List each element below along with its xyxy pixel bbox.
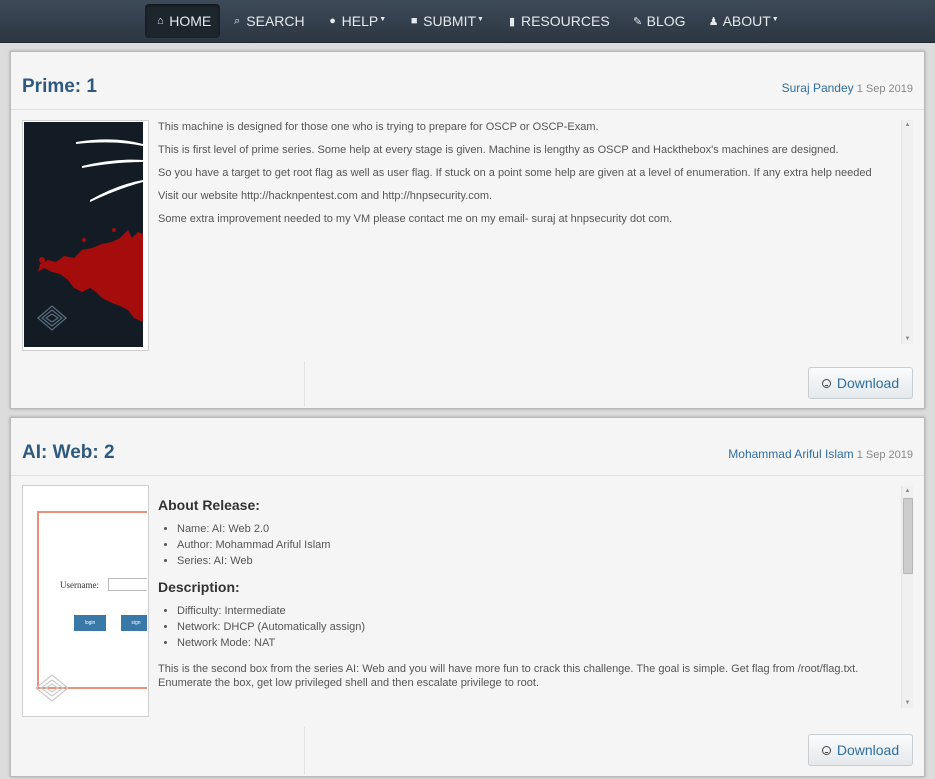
scroll-up-arrow-icon[interactable]: ▲	[902, 120, 913, 130]
download-label: Download	[836, 375, 900, 391]
caret-down-icon: ▼	[771, 15, 779, 23]
download-button[interactable]: Download	[808, 367, 913, 399]
prime-cover-art	[24, 122, 143, 347]
entry-description: This machine is designed for those one w…	[158, 120, 902, 344]
entry-description: About Release: Name: AI: Web 2.0 Author:…	[158, 486, 902, 710]
entry-thumbnail[interactable]: Username: login sign	[22, 485, 149, 717]
entry-meta: Suraj Pandey 1 Sep 2019	[782, 81, 913, 95]
user-icon: ♟	[708, 15, 719, 28]
entry-thumbnail[interactable]	[22, 120, 149, 351]
thumb-signup-button: sign	[121, 615, 147, 631]
scroll-down-arrow-icon[interactable]: ▼	[902, 334, 913, 344]
entry-date: 1 Sep 2019	[856, 83, 913, 95]
author-link[interactable]: Mohammad Ariful Islam	[728, 447, 853, 461]
frame-line	[37, 511, 39, 689]
nav-submit[interactable]: ■ SUBMIT ▼	[397, 4, 495, 38]
download-icon	[821, 378, 831, 388]
vm-entry-card: AI: Web: 2 Mohammad Ariful Islam 1 Sep 2…	[10, 417, 925, 777]
thumb-username-box	[108, 578, 147, 591]
scrollbar-thumb[interactable]	[903, 498, 913, 574]
description-scrollbar[interactable]: ▲ ▼	[901, 120, 913, 344]
home-icon: ⌂	[156, 15, 164, 27]
caret-down-icon: ▼	[379, 15, 387, 23]
about-release-list: Name: AI: Web 2.0 Author: Mohammad Arifu…	[158, 522, 902, 568]
scroll-up-arrow-icon[interactable]: ▲	[902, 486, 913, 496]
download-label: Download	[836, 742, 900, 758]
list-item: Network Mode: NAT	[177, 636, 902, 650]
description-paragraph: Some extra improvement needed to my VM p…	[158, 213, 673, 225]
list-item: Author: Mohammad Ariful Islam	[177, 538, 902, 552]
caret-down-icon: ▼	[477, 15, 484, 23]
thumbnail-image: Username: login sign	[24, 487, 147, 715]
thumbnail-image	[24, 122, 147, 349]
about-release-heading: About Release:	[158, 497, 260, 513]
vm-entry-card: Prime: 1 Suraj Pandey 1 Sep 2019 This ma…	[10, 51, 925, 409]
help-icon: ●	[329, 15, 336, 27]
description-paragraph: So you have a target to get root flag as…	[158, 167, 872, 179]
nav-blog[interactable]: ✎ BLOG	[621, 4, 697, 38]
file-icon: ▮	[508, 15, 515, 28]
edit-icon: ✎	[633, 15, 643, 28]
description-paragraph: This machine is designed for those one w…	[158, 121, 599, 133]
entry-title[interactable]: Prime: 1	[22, 76, 97, 98]
nav-resources[interactable]: ▮ RESOURCES	[495, 4, 621, 38]
nav-about[interactable]: ♟ ABOUT ▼	[697, 4, 790, 38]
nav-menu: ⌂ HOME ⌕ SEARCH ● HELP ▼ ■ SUBMIT ▼ ▮ RESOURCES…	[0, 0, 935, 38]
search-icon: ⌕	[234, 14, 241, 27]
nav-search[interactable]: ⌕ SEARCH	[220, 4, 315, 38]
description-paragraph: Visit our website http://hacknpentest.co…	[158, 190, 493, 202]
list-item: Name: AI: Web 2.0	[177, 522, 902, 536]
download-icon	[821, 745, 831, 755]
description-list: Difficulty: Intermediate Network: DHCP (…	[158, 604, 902, 650]
scroll-down-arrow-icon[interactable]: ▼	[902, 698, 913, 708]
entry-title[interactable]: AI: Web: 2	[22, 442, 115, 464]
author-link[interactable]: Suraj Pandey	[782, 81, 854, 95]
description-scrollbar[interactable]: ▲ ▼	[901, 486, 913, 708]
list-item: Difficulty: Intermediate	[177, 604, 902, 618]
download-button[interactable]: Download	[808, 734, 913, 766]
description-paragraph: This is the second box from the series A…	[158, 663, 859, 689]
entry-meta: Mohammad Ariful Islam 1 Sep 2019	[728, 447, 913, 461]
top-navbar: ⌂ HOME ⌕ SEARCH ● HELP ▼ ■ SUBMIT ▼ ▮ RESOURCES…	[0, 0, 935, 43]
nav-home[interactable]: ⌂ HOME	[145, 4, 221, 38]
list-item: Series: AI: Web	[177, 554, 902, 568]
nav-help[interactable]: ● HELP ▼	[316, 4, 398, 38]
thumb-login-button: login	[74, 615, 106, 631]
footer-divider	[304, 727, 305, 775]
watermark-logo-icon	[35, 674, 69, 702]
description-heading: Description:	[158, 579, 240, 595]
footer-divider	[304, 361, 305, 407]
list-item: Network: DHCP (Automatically assign)	[177, 620, 902, 634]
card-header: Prime: 1 Suraj Pandey 1 Sep 2019	[11, 52, 924, 110]
thumb-username-label: Username:	[60, 580, 99, 590]
card-header: AI: Web: 2 Mohammad Ariful Islam 1 Sep 2…	[11, 418, 924, 476]
frame-line	[37, 511, 147, 513]
description-paragraph: This is first level of prime series. Som…	[158, 144, 839, 156]
lock-icon: ■	[410, 15, 418, 27]
entry-date: 1 Sep 2019	[856, 449, 913, 461]
